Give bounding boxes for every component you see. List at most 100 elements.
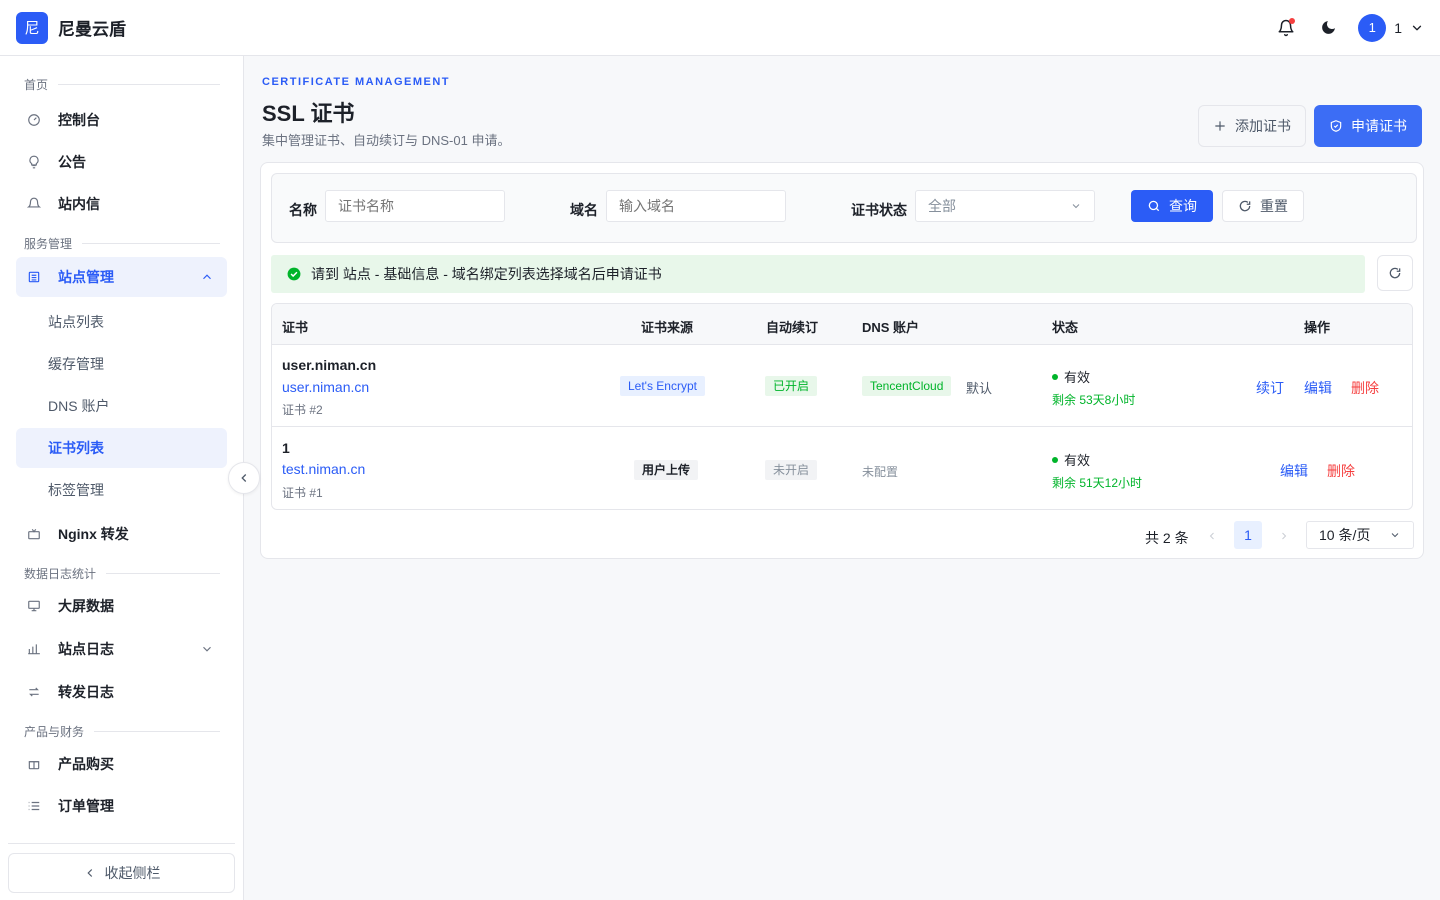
add-certificate-button[interactable]: 添加证书 — [1198, 105, 1306, 147]
dns-account-text: 未配置 — [862, 465, 899, 479]
sidebar-subitem-dns[interactable]: DNS 账户 — [16, 386, 227, 426]
sidebar-item-orders[interactable]: 订单管理 — [16, 786, 227, 826]
renew-button[interactable]: 续订 — [1256, 378, 1284, 398]
pagination: 共 2 条 1 10 条/页 — [261, 521, 1425, 551]
header-cert: 证书 — [282, 320, 309, 335]
sidebar-item-label: 产品购买 — [58, 756, 114, 772]
main-content: CERTIFICATE MANAGEMENT SSL 证书 集中管理证书、自动续… — [244, 56, 1440, 900]
apply-certificate-label: 申请证书 — [1351, 118, 1407, 134]
query-button[interactable]: 查询 — [1131, 190, 1213, 222]
cert-domain-link[interactable]: test.niman.cn — [282, 461, 365, 477]
remaining-time: 剩余 51天12小时 — [1052, 476, 1143, 490]
prev-page-button[interactable] — [1204, 528, 1220, 544]
sidebar-item-forwardlog[interactable]: 转发日志 — [16, 672, 227, 712]
moon-icon — [1321, 21, 1335, 34]
reset-button[interactable]: 重置 — [1222, 190, 1304, 222]
delete-button[interactable]: 删除 — [1351, 378, 1379, 398]
brand-logo: 尼 — [16, 11, 48, 44]
sidebar-item-notice[interactable]: 公告 — [16, 142, 227, 182]
sidebar-section-home: 首页 — [24, 76, 220, 93]
sidebar: 首页 控制台 公告 站内信 服务管理 站点管理 站点列表 缓存管理 DNS 账户… — [0, 56, 244, 900]
sidebar-subitem-site-list[interactable]: 站点列表 — [16, 302, 227, 342]
sidebar-section-service: 服务管理 — [24, 235, 220, 252]
source-tag: Let's Encrypt — [620, 376, 705, 396]
chevron-up-icon — [199, 269, 215, 285]
name-filter-input[interactable] — [325, 190, 505, 222]
sidebar-item-console[interactable]: 控制台 — [16, 100, 227, 140]
sidebar-section-stats: 数据日志统计 — [24, 565, 220, 582]
sidebar-item-label: 站点管理 — [58, 269, 114, 285]
sidebar-subitem-tags[interactable]: 标签管理 — [16, 470, 227, 510]
sidebar-subitem-cert[interactable]: 证书列表 — [16, 428, 227, 468]
dns-account-tag: TencentCloud — [862, 376, 952, 396]
refresh-button[interactable] — [1377, 255, 1413, 291]
page-title: SSL 证书 — [262, 101, 355, 126]
add-certificate-label: 添加证书 — [1235, 118, 1291, 134]
collapse-sidebar-button[interactable]: 收起侧栏 — [8, 853, 235, 893]
chevron-left-icon — [1209, 532, 1214, 540]
divider — [82, 243, 220, 244]
certificate-table: 证书 证书来源 自动续订 DNS 账户 状态 操作 user.niman.cn … — [271, 303, 1413, 510]
sidebar-item-label: Nginx 转发 — [58, 526, 129, 542]
sidebar-subitem-cache[interactable]: 缓存管理 — [16, 344, 227, 384]
sidebar-item-site[interactable]: 站点管理 — [16, 257, 227, 297]
name-filter-label: 名称 — [289, 202, 317, 218]
page-eyebrow: CERTIFICATE MANAGEMENT — [262, 76, 451, 88]
info-alert: 请到 站点 - 基础信息 - 域名绑定列表选择域名后申请证书 — [271, 255, 1365, 293]
table-row: user.niman.cn user.niman.cn 证书 #2 Let's … — [272, 345, 1412, 427]
filter-bar: 名称 域名 证书状态 全部 查询 重置 — [271, 173, 1417, 243]
bell-icon — [26, 196, 42, 212]
chevron-left-icon — [86, 869, 92, 877]
edit-button[interactable]: 编辑 — [1304, 378, 1332, 398]
avatar: 1 — [1358, 13, 1387, 42]
auto-renew-tag: 已开启 — [765, 376, 818, 396]
sidebar-item-bigscreen[interactable]: 大屏数据 — [16, 586, 227, 626]
cert-id: 证书 #2 — [282, 403, 323, 417]
sidebar-item-label: 控制台 — [58, 112, 100, 128]
sidebar-footer: 收起侧栏 — [8, 843, 235, 893]
lightbulb-icon — [26, 154, 42, 170]
swap-icon — [26, 684, 42, 700]
notification-button[interactable] — [1274, 16, 1298, 40]
edit-button[interactable]: 编辑 — [1280, 461, 1308, 481]
section-label: 产品与财务 — [24, 725, 85, 739]
brand[interactable]: 尼 尼曼云盾 — [16, 11, 126, 44]
status-dot — [1052, 373, 1058, 380]
divider — [58, 84, 220, 85]
domain-filter-input[interactable] — [606, 190, 786, 222]
apply-certificate-button[interactable]: 申请证书 — [1314, 105, 1422, 147]
status-filter-select[interactable]: 全部 — [915, 190, 1095, 222]
sidebar-item-message[interactable]: 站内信 — [16, 184, 227, 224]
page-size-value: 10 条/页 — [1319, 527, 1371, 543]
sidebar-item-label: 站点日志 — [58, 641, 114, 657]
plus-icon — [1215, 121, 1225, 131]
collapse-label: 收起侧栏 — [104, 865, 161, 881]
header-source: 证书来源 — [641, 320, 694, 335]
next-page-button[interactable] — [1276, 528, 1292, 544]
sidebar-toggle-handle[interactable] — [228, 462, 260, 494]
section-label: 数据日志统计 — [24, 567, 97, 581]
sidebar-item-buy[interactable]: 产品购买 — [16, 744, 227, 784]
query-label: 查询 — [1169, 198, 1197, 214]
user-menu[interactable]: 1 1 — [1358, 13, 1424, 42]
sidebar-item-nginx[interactable]: Nginx 转发 — [16, 514, 227, 554]
delete-button[interactable]: 删除 — [1327, 461, 1355, 481]
page-size-select[interactable]: 10 条/页 — [1306, 521, 1414, 549]
status-filter-label: 证书状态 — [851, 202, 907, 218]
sidebar-item-sitelog[interactable]: 站点日志 — [16, 629, 227, 669]
sidebar-item-label: 转发日志 — [58, 684, 114, 700]
domain-filter-label: 域名 — [570, 202, 598, 218]
page-number-button[interactable]: 1 — [1234, 521, 1262, 549]
cert-domain-link[interactable]: user.niman.cn — [282, 379, 369, 395]
chevron-down-icon — [199, 641, 215, 657]
cert-id: 证书 #1 — [282, 486, 323, 500]
status-badge: 有效 — [1052, 367, 1090, 386]
bar-chart-icon — [26, 641, 42, 657]
gift-icon — [26, 756, 42, 772]
status-text: 有效 — [1064, 453, 1091, 468]
pagination-total: 共 2 条 — [1145, 530, 1189, 546]
header-dns: DNS 账户 — [862, 320, 920, 335]
header-actions: 1 1 — [1274, 13, 1424, 42]
theme-toggle-button[interactable] — [1316, 16, 1340, 40]
sidebar-section-finance: 产品与财务 — [24, 723, 220, 740]
